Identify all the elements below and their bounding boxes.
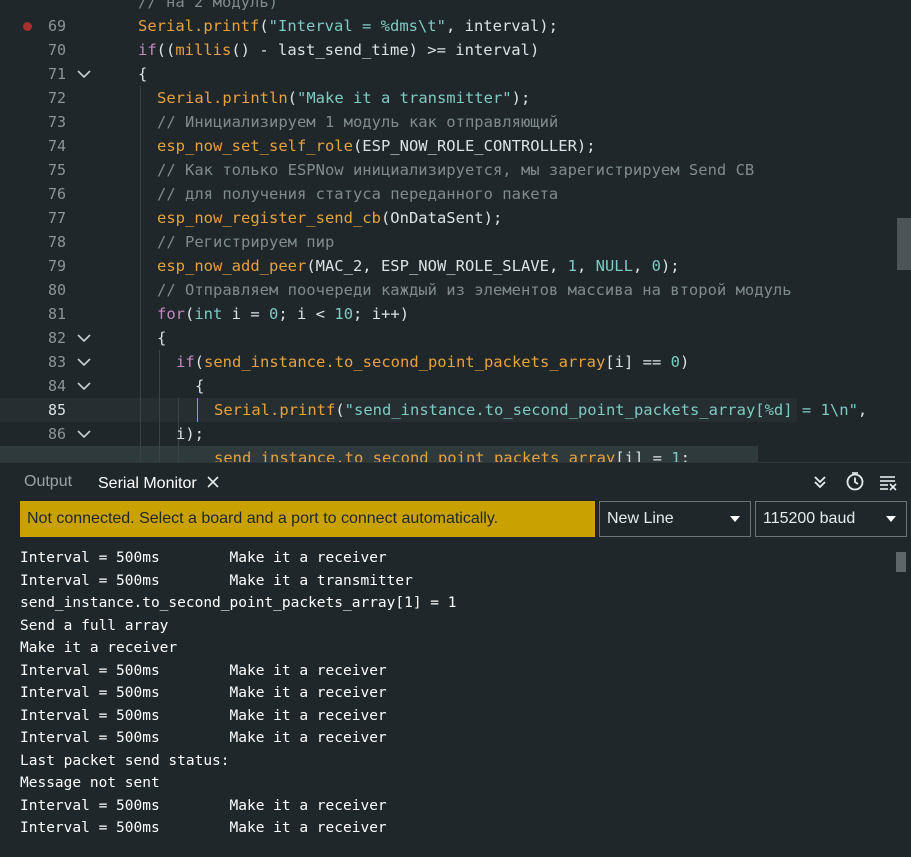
line-number: 86 [47,425,66,443]
chevron-down-icon[interactable] [76,429,92,439]
line-number: 83 [47,353,66,371]
code-line: send_instance.to_second_point_packets_ar… [214,449,690,462]
line-number: 79 [47,257,66,275]
code-line: if((millis() - last_send_time) >= interv… [138,41,540,59]
gutter-line[interactable]: 78 [0,230,100,254]
baud-rate-select[interactable]: 115200 baud [755,501,907,537]
output-line: Send a full array [20,617,169,634]
line-number: 81 [47,305,66,323]
output-line: Last packet send status: [20,752,230,769]
line-number: 76 [47,185,66,203]
panel-tabs: Output Serial Monitor [0,463,911,501]
output-line: Interval = 500ms Make it a receiver [20,707,387,724]
line-number: 72 [47,89,66,107]
code-line: Serial.printf("send_instance.to_second_p… [214,401,868,419]
output-line: Make it a receiver [20,640,178,656]
connection-notice: Not connected. Select a board and a port… [20,501,595,537]
gutter-line[interactable]: 75 [0,158,100,182]
gutter-line[interactable]: 74 [0,134,100,158]
serial-output[interactable]: Interval = 500ms Make it a receiver Inte… [20,547,900,847]
gutter-line[interactable]: 80 [0,278,100,302]
output-line: send_instance.to_second_point_packets_ar… [20,595,457,611]
tab-output[interactable]: Output [20,463,76,501]
line-number: 78 [47,233,66,251]
code-line: esp_now_add_peer(MAC_2, ESP_NOW_ROLE_SLA… [157,257,680,275]
code-line: Serial.println("Make it a transmitter"); [157,89,531,107]
indent-guide [159,350,160,462]
baud-rate-value: 115200 baud [763,510,856,527]
output-scrollbar-thumb[interactable] [896,552,906,572]
code-line: // Регистрируем пир [157,233,335,251]
code-line: if(send_instance.to_second_point_packets… [176,353,690,371]
code-line: Serial.printf("Interval = %dms\t", inter… [138,17,558,35]
gutter-line[interactable]: 73 [0,110,100,134]
gutter-line[interactable]: 70 [0,38,100,62]
gutter-line[interactable]: 69 [0,14,100,38]
chevron-down-icon[interactable] [76,333,92,343]
code-line: // Отправляем поочереди каждый из элемен… [157,281,792,299]
indent-guide [197,398,198,422]
output-line: Interval = 500ms Make it a receiver [20,797,387,814]
caret-down-icon [886,516,896,522]
code-line: // Как только ESPNow инициализируется, м… [157,161,755,179]
line-number: 77 [47,209,66,227]
gutter-line[interactable]: 71 [0,62,100,86]
gutter-line[interactable]: 82 [0,326,100,350]
line-number: 70 [47,41,66,59]
bottom-panel: Output Serial Monitor Not connected. Sel… [0,462,911,857]
close-icon[interactable] [206,475,220,489]
output-line: Interval = 500ms Make it a receiver [20,730,387,746]
gutter-line[interactable]: 77 [0,206,100,230]
code-line: esp_now_set_self_role(ESP_NOW_ROLE_CONTR… [157,137,596,155]
editor-gutter: 69 70 71 72 73 74 75 76 77 78 79 80 81 8… [0,0,100,462]
gutter-line[interactable]: 79 [0,254,100,278]
editor-scrollbar-thumb[interactable] [897,218,911,270]
code-editor[interactable]: 69 70 71 72 73 74 75 76 77 78 79 80 81 8… [0,0,911,462]
line-number: 80 [47,281,66,299]
code-line: for(int i = 0; i < 10; i++) [157,305,410,323]
gutter-line[interactable]: 85 [0,398,100,422]
line-number: 85 [47,401,66,419]
tab-serial-monitor[interactable]: Serial Monitor [94,463,201,503]
gutter-line[interactable]: 72 [0,86,100,110]
line-number: 73 [47,113,66,131]
clear-output-icon[interactable] [878,472,898,492]
line-number: 82 [47,329,66,347]
breakpoint-icon[interactable] [23,22,32,31]
line-number: 69 [47,17,66,35]
code-line: { [138,65,148,83]
output-line: Interval = 500ms Make it a receiver [20,550,387,566]
line-number: 84 [47,377,66,395]
chevron-down-icon[interactable] [76,357,92,367]
indent-guide [140,86,141,462]
line-ending-value: New Line [607,510,674,527]
code-line: // Инициализируем 1 модуль как отправляю… [157,113,559,131]
gutter-line[interactable]: 83 [0,350,100,374]
output-line: Message not sent [20,775,160,791]
code-line: // для получения статуса переданного пак… [157,185,559,203]
chevron-down-icon[interactable] [76,381,92,391]
line-number: 75 [47,161,66,179]
gutter-line[interactable]: 84 [0,374,100,398]
line-ending-select[interactable]: New Line [599,501,751,537]
gutter-line[interactable]: 76 [0,182,100,206]
caret-down-icon [730,516,740,522]
output-line: Interval = 500ms Make it a receiver [20,662,387,679]
output-line: Interval = 500ms Make it a transmitter [20,572,413,589]
code-line: esp_now_register_send_cb(OnDataSent); [157,209,503,227]
gutter-line[interactable]: 81 [0,302,100,326]
chevron-down-icon[interactable] [76,69,92,79]
scroll-down-icon[interactable] [810,472,830,492]
code-line: { [157,329,167,347]
output-line: Interval = 500ms Make it a receiver [20,820,387,836]
code-line: // на 2 модуль) [138,0,278,11]
code-text-area[interactable]: // на 2 модуль) Serial.printf("Interval … [100,0,897,462]
output-line: Interval = 500ms Make it a receiver [20,685,387,701]
gutter-line[interactable]: 86 [0,422,100,446]
timestamp-clock-icon[interactable] [845,472,865,492]
line-number: 71 [47,65,66,83]
code-line: { [195,377,205,395]
line-number: 74 [47,137,66,155]
code-line: i); [176,425,204,443]
